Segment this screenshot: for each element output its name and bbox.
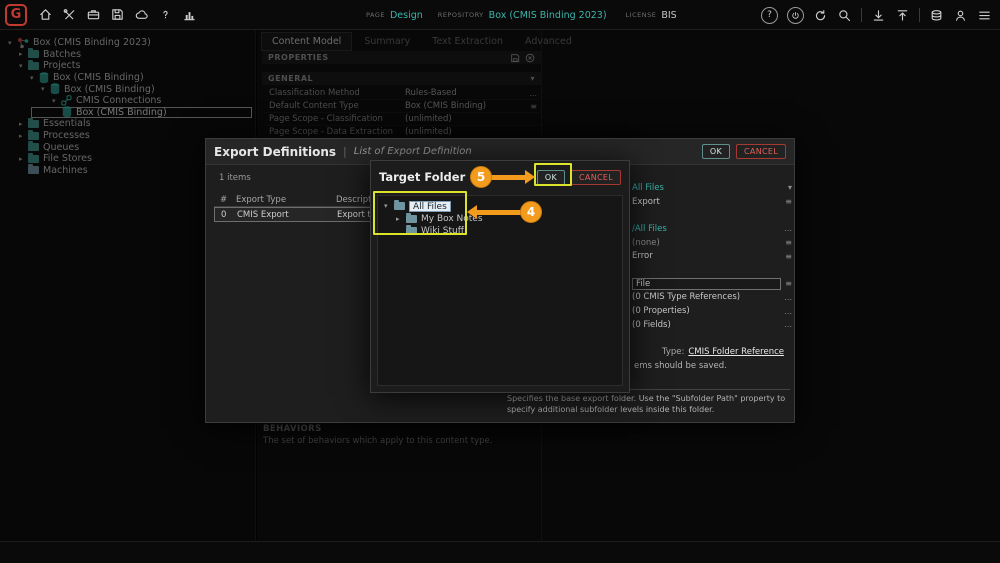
panel-row-error[interactable]: Error ≡ [632,249,792,263]
col-number: # [214,195,236,205]
export-cancel-button[interactable]: CANCEL [736,144,786,159]
hamburger-icon[interactable]: ≡ [781,238,792,247]
arrow-4-shaft [477,210,522,215]
panel-row-all-files[interactable]: All Files ▾ [632,181,792,195]
panel-row-export[interactable]: Export ≡ [632,195,792,209]
repository-value[interactable]: Box (CMIS Binding 2023) [489,10,607,21]
repository-label: REPOSITORY [438,11,484,19]
dialog-title: Target Folder [379,170,465,184]
topbar-context: PAGE Design REPOSITORY Box (CMIS Binding… [366,0,677,30]
help-icon[interactable] [158,7,173,22]
app-window: G PAGE Design REPOSITORY Box (CMIS Bindi… [0,0,1000,563]
hamburger-icon[interactable]: ≡ [781,197,792,206]
panel-row-spacer [632,263,792,277]
panel-value[interactable]: (0 Properties) [632,306,780,316]
search-icon[interactable] [837,8,852,23]
type-line: Type: CMIS Folder Reference [662,347,784,357]
panel-value[interactable]: (none) [632,238,781,248]
panel-value[interactable]: Export [632,197,781,207]
type-value-link[interactable]: CMIS Folder Reference [688,347,784,357]
panel-value[interactable]: All Files [632,183,784,193]
dialog-subtitle: List of Export Definition [354,146,472,157]
panel-row-none[interactable]: (none) ≡ [632,236,792,250]
partial-description-text: ems should be saved. [634,361,727,371]
upload-icon[interactable] [895,8,910,23]
power-circle-icon[interactable] [787,7,804,24]
save-icon[interactable] [110,7,125,22]
tools-icon[interactable] [62,7,77,22]
topbar: G PAGE Design REPOSITORY Box (CMIS Bindi… [0,0,1000,30]
panel-row-file[interactable]: File ≡ [632,277,792,291]
panel-value[interactable]: (0 Fields) [632,320,780,330]
user-icon[interactable] [953,8,968,23]
highlight-box-folder-tree [373,191,467,235]
license-label: LICENSE [626,11,657,19]
type-label: Type: [662,347,684,357]
export-ok-button[interactable]: OK [702,144,730,159]
panel-value[interactable]: Error [632,251,781,261]
menu-icon[interactable] [977,8,992,23]
dialog-title: Export Definitions [214,145,336,159]
ellipsis-button[interactable]: ... [780,320,792,329]
panel-value[interactable]: /All Files [632,224,780,234]
step-4-badge: 4 [520,201,542,223]
file-input[interactable]: File [632,278,781,290]
license-value: BIS [661,10,676,21]
ellipsis-button[interactable]: ... [780,293,792,302]
download-icon[interactable] [871,8,886,23]
topbar-nav [38,7,197,22]
briefcase-icon[interactable] [86,7,101,22]
help-circle-icon[interactable]: ? [761,7,778,24]
divider [919,8,920,22]
chevron-down-icon[interactable]: ▾ [784,183,792,192]
home-icon[interactable] [38,7,53,22]
arrow-5-shaft [491,175,526,180]
panel-row-folder-path[interactable]: /All Files ... [632,222,792,236]
export-property-panel: All Files ▾ Export ≡ /All Files ... (non… [632,181,792,332]
page-label: PAGE [366,11,385,19]
target-cancel-button[interactable]: CANCEL [571,170,621,185]
question-glyph: ? [767,10,772,20]
refresh-icon[interactable] [813,8,828,23]
col-export-type: Export Type [236,195,336,205]
panel-row-properties[interactable]: (0 Properties) ... [632,304,792,318]
panel-row-cmis-type-references[interactable]: (0 CMIS Type References) ... [632,291,792,305]
cell-export-type: CMIS Export [237,210,337,220]
page-value[interactable]: Design [390,10,423,21]
power-icon [790,10,801,21]
panel-row-fields[interactable]: (0 Fields) ... [632,318,792,332]
items-count: 1 items [219,173,251,183]
arrow-4-head [467,205,477,219]
cell-number: 0 [215,210,237,220]
panel-row-spacer [632,208,792,222]
panel-value[interactable]: (0 CMIS Type References) [632,292,780,302]
title-separator: | [343,145,347,158]
app-logo[interactable]: G [5,4,27,26]
ellipsis-button[interactable]: ... [780,224,792,233]
divider [861,8,862,22]
highlight-box-ok-button [534,163,572,186]
ellipsis-button[interactable]: ... [780,307,792,316]
chart-icon[interactable] [182,7,197,22]
cloud-icon[interactable] [134,7,149,22]
hamburger-icon[interactable]: ≡ [781,279,792,288]
database-icon[interactable] [929,8,944,23]
status-bar [0,541,1000,563]
step-5-badge: 5 [470,166,492,188]
arrow-5-head [525,170,535,184]
hamburger-icon[interactable]: ≡ [781,252,792,261]
topbar-actions: ? [761,0,992,30]
